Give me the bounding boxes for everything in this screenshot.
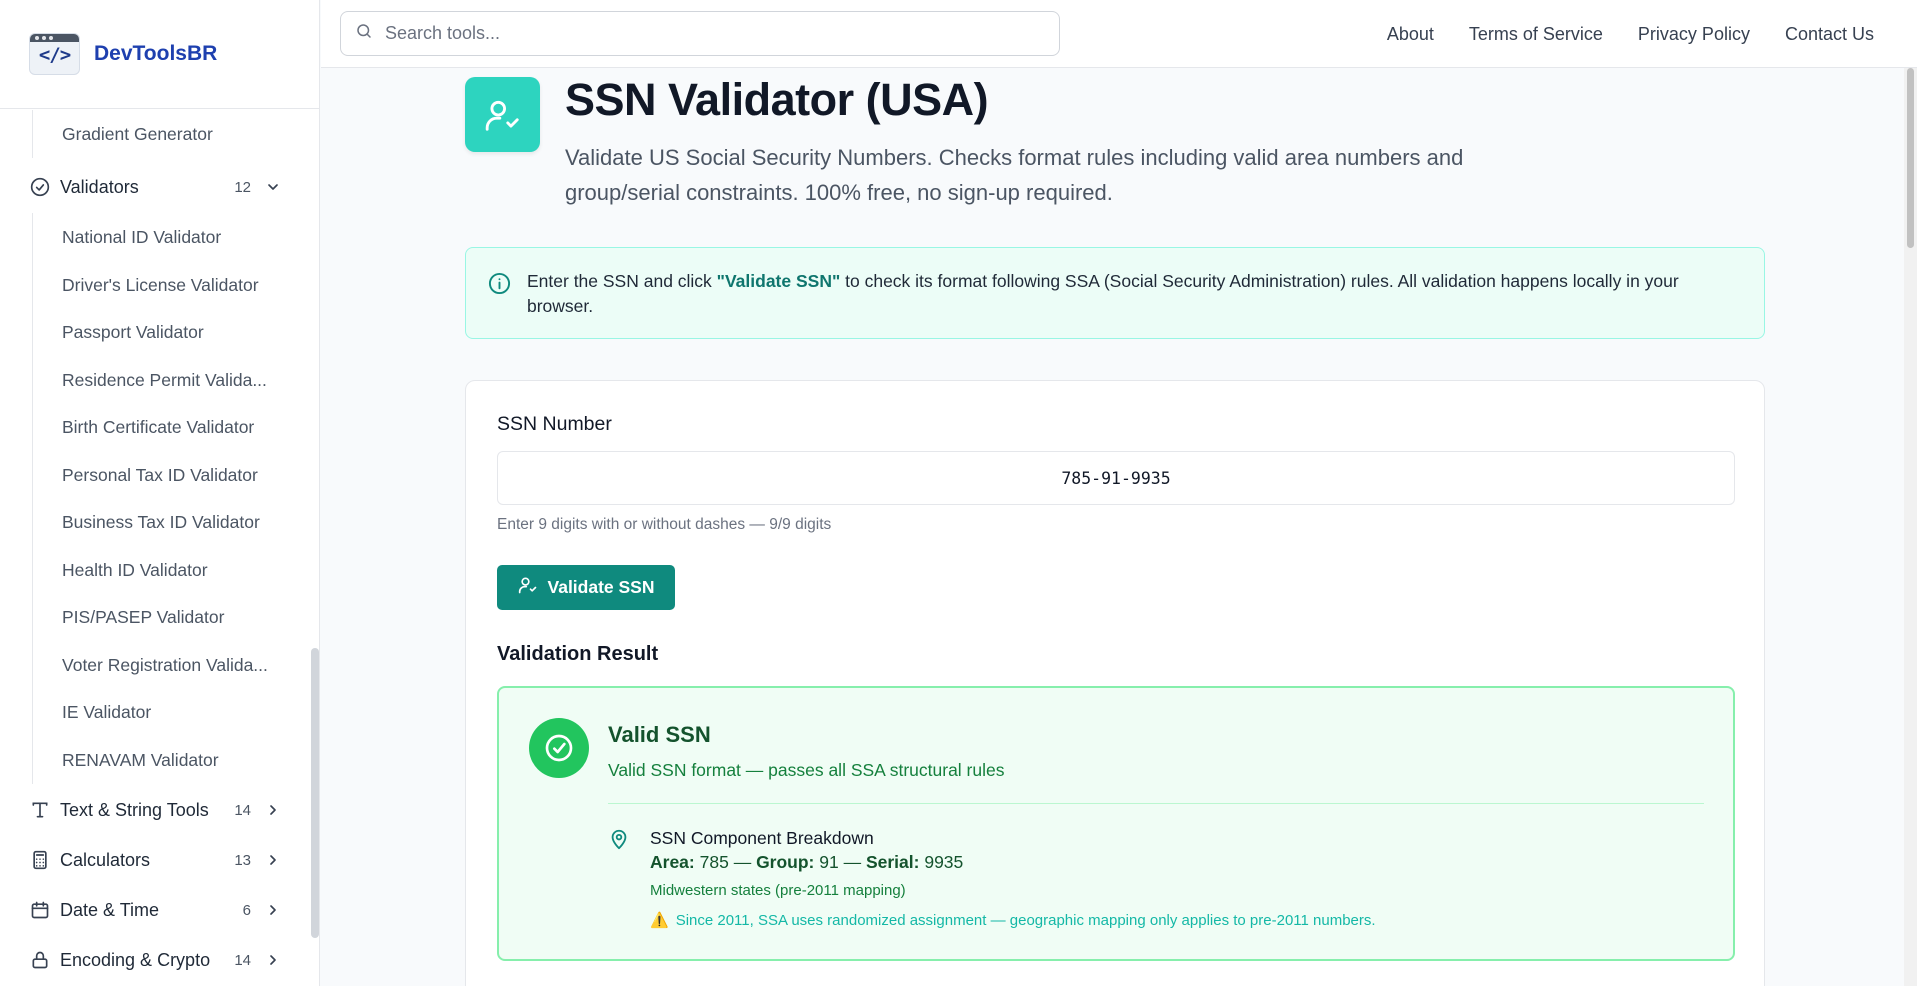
check-circle-icon bbox=[29, 176, 51, 198]
validation-result-heading: Validation Result bbox=[497, 643, 659, 665]
info-text-prefix: Enter the SSN and click bbox=[527, 271, 717, 291]
warning-text: Since 2011, SSA uses randomized assignme… bbox=[675, 911, 1376, 929]
lock-icon bbox=[29, 949, 51, 971]
validation-result-panel: Valid SSN Valid SSN format — passes all … bbox=[497, 686, 1735, 961]
sidebar-category-label: Validators bbox=[60, 176, 139, 197]
sidebar-item-birth-certificate[interactable]: Birth Certificate Validator bbox=[32, 403, 282, 451]
sidebar-category-label: Calculators bbox=[60, 849, 151, 870]
sidebar-category-encoding-crypto[interactable]: Encoding & Crypto 14 bbox=[29, 936, 281, 984]
top-header: About Terms of Service Privacy Policy Co… bbox=[321, 0, 1917, 68]
breakdown-title: SSN Component Breakdown bbox=[650, 828, 874, 848]
sidebar-category-text-string[interactable]: Text & String Tools 14 bbox=[29, 786, 281, 834]
check-circle-icon bbox=[529, 718, 589, 778]
sidebar-item-residence-permit[interactable]: Residence Permit Valida... bbox=[32, 356, 282, 404]
sidebar-category-count: 14 bbox=[234, 801, 251, 819]
brand-logo-code: </> bbox=[38, 44, 71, 66]
warning-note: ⚠️ Since 2011, SSA uses randomized assig… bbox=[650, 911, 1376, 930]
user-check-icon bbox=[465, 77, 540, 152]
sidebar-category-label: Date & Time bbox=[60, 899, 160, 920]
nav-link-privacy[interactable]: Privacy Policy bbox=[1638, 24, 1750, 45]
sidebar-item-national-id[interactable]: National ID Validator bbox=[32, 213, 282, 261]
search-icon bbox=[355, 22, 373, 45]
calculator-icon bbox=[29, 849, 51, 871]
text-icon bbox=[29, 799, 51, 821]
result-status: Valid SSN bbox=[608, 722, 711, 747]
info-banner: Enter the SSN and click "Validate SSN" t… bbox=[465, 247, 1765, 339]
sidebar-item-voter-registration[interactable]: Voter Registration Valida... bbox=[32, 641, 282, 689]
sidebar-category-date-time[interactable]: Date & Time 6 bbox=[29, 886, 281, 934]
validate-ssn-button[interactable]: Validate SSN bbox=[497, 565, 675, 610]
result-message: Valid SSN format — passes all SSA struct… bbox=[608, 760, 1005, 780]
page-scrollbar-thumb[interactable] bbox=[1907, 68, 1914, 248]
nav-link-about[interactable]: About bbox=[1387, 24, 1434, 45]
sidebar-item-ie[interactable]: IE Validator bbox=[32, 688, 282, 736]
sidebar-item-business-tax-id[interactable]: Business Tax ID Validator bbox=[32, 498, 282, 546]
serial-value: 9935 bbox=[924, 852, 964, 872]
sidebar-item-personal-tax-id[interactable]: Personal Tax ID Validator bbox=[32, 451, 282, 499]
chevron-right-icon bbox=[265, 802, 281, 818]
serial-label: Serial: bbox=[865, 852, 920, 872]
sidebar-item-gradient-generator[interactable]: Gradient Generator bbox=[32, 110, 282, 158]
sidebar-category-validators[interactable]: Validators 12 bbox=[29, 163, 281, 211]
group-value: 91 bbox=[819, 852, 839, 872]
search-box[interactable] bbox=[340, 11, 1060, 56]
sidebar-item-passport[interactable]: Passport Validator bbox=[32, 308, 282, 356]
separator: — bbox=[728, 852, 757, 872]
sidebar-category-label: Encoding & Crypto bbox=[60, 949, 211, 970]
page-description: Validate US Social Security Numbers. Che… bbox=[565, 145, 1464, 205]
breakdown-components: Area: 785 — Group: 91 — Serial: 9935 bbox=[650, 852, 963, 873]
user-check-icon bbox=[518, 575, 538, 600]
chevron-down-icon bbox=[265, 179, 281, 195]
nav-link-contact[interactable]: Contact Us bbox=[1785, 24, 1874, 45]
sidebar-category-count: 6 bbox=[242, 901, 251, 919]
chevron-right-icon bbox=[265, 952, 281, 968]
top-nav: About Terms of Service Privacy Policy Co… bbox=[1387, 0, 1874, 68]
area-label: Area: bbox=[650, 852, 695, 872]
ssn-input[interactable] bbox=[497, 451, 1735, 505]
sidebar-category-count: 12 bbox=[234, 178, 251, 196]
sidebar-item-renavam[interactable]: RENAVAM Validator bbox=[32, 736, 282, 784]
separator: — bbox=[838, 852, 866, 872]
sidebar-category-count: 13 bbox=[234, 851, 251, 869]
ssn-field-label: SSN Number bbox=[497, 413, 612, 435]
validator-card: SSN Number Enter 9 digits with or withou… bbox=[465, 380, 1765, 986]
calendar-icon bbox=[29, 899, 51, 921]
brand[interactable]: </> DevToolsBR bbox=[0, 0, 319, 109]
search-input[interactable] bbox=[385, 23, 1025, 44]
sidebar-item-pis-pasep[interactable]: PIS/PASEP Validator bbox=[32, 593, 282, 641]
sidebar-category-count: 14 bbox=[234, 951, 251, 969]
sidebar-category-calculators[interactable]: Calculators 13 bbox=[29, 836, 281, 884]
brand-name[interactable]: DevToolsBR bbox=[94, 42, 217, 66]
nav-link-terms[interactable]: Terms of Service bbox=[1469, 24, 1603, 45]
info-icon bbox=[488, 272, 511, 302]
chevron-right-icon bbox=[265, 902, 281, 918]
validate-button-label: Validate SSN bbox=[547, 577, 655, 597]
map-pin-icon bbox=[608, 828, 630, 855]
info-text-highlight: "Validate SSN" bbox=[716, 271, 841, 291]
sidebar: </> DevToolsBR Gradient Generator Valida… bbox=[0, 0, 320, 986]
sidebar-category-label: Text & String Tools bbox=[60, 799, 209, 820]
page-scrollbar[interactable] bbox=[1904, 68, 1917, 986]
group-label: Group: bbox=[756, 852, 815, 872]
sidebar-scrollbar[interactable] bbox=[311, 648, 319, 938]
sidebar-item-drivers-license[interactable]: Driver's License Validator bbox=[32, 261, 282, 309]
region-text: Midwestern states (pre-2011 mapping) bbox=[650, 882, 906, 899]
warning-icon: ⚠️ bbox=[650, 912, 669, 929]
area-value: 785 bbox=[699, 852, 729, 872]
sidebar-item-health-id[interactable]: Health ID Validator bbox=[32, 546, 282, 594]
result-divider bbox=[608, 803, 1704, 804]
brand-logo-icon: </> bbox=[29, 33, 80, 75]
page-title: SSN Validator (USA) bbox=[565, 74, 989, 125]
ssn-hint: Enter 9 digits with or without dashes — … bbox=[497, 516, 832, 533]
chevron-right-icon bbox=[265, 852, 281, 868]
